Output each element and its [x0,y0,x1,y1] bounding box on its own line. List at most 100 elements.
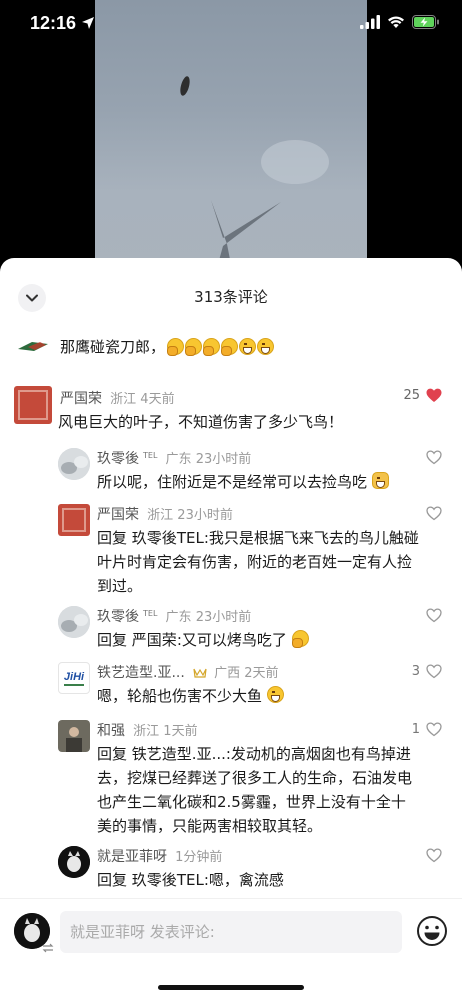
status-bar: 12:16 [0,0,462,50]
reply-line-text: :又可以烤鸟吃了 [176,631,287,649]
hand-icon [167,337,185,356]
pinned-emoji-row [167,337,275,356]
reply-to-user[interactable]: 玖零後 [132,529,177,547]
avatar[interactable] [58,448,90,480]
avatar-image [58,448,90,480]
reply-meta: 玖零後 TEL 广东 23小时前 [97,606,251,626]
hand-icon [185,337,203,356]
comment-input[interactable] [60,911,402,953]
reply-line: 叶片时肯定会有伤害，附近的老百姓一定有人捡 [97,553,413,571]
tel-badge: TEL [143,450,158,460]
reply-meta: 就是亚菲呀 1分钟前 [97,846,222,866]
region: 广东 [165,610,192,625]
username[interactable]: 玖零後 [97,609,139,625]
reply-meta: 严国荣 浙江 23小时前 [97,504,233,524]
switch-account-icon[interactable] [42,943,54,953]
reply-line: 回复 玖零後TEL:我只是根据飞来飞去的鸟儿触碰 [97,526,447,550]
status-icons [360,15,440,29]
region: 浙江 [133,724,160,739]
username[interactable]: 铁艺造型.亚... [97,665,185,681]
avatar[interactable] [58,720,90,752]
reply-line: 回复 铁艺造型.亚...:发动机的高烟囱也有鸟掉进 [97,742,447,766]
timestamp: 23小时前 [195,452,252,467]
comment-item[interactable]: 严国荣 浙江 4天前 风电巨大的叶子，不知道伤害了多少飞鸟！ 25 [0,386,462,442]
username[interactable]: 严国荣 [60,391,102,407]
reply-item[interactable]: 玖零後 TEL 广东 23小时前 所以呢，住附近是不是经常可以去捡鸟吃 [0,448,462,496]
cat-grin-icon [371,472,389,489]
timestamp: 1天前 [163,724,198,739]
grin-icon [266,686,284,703]
like-button[interactable]: 1 [412,722,442,737]
signal-icon [360,15,380,29]
comment-sheet: 313条评论 那鹰碰瓷刀郎， 严国荣 浙江 4天前 风电巨大的叶子，不知道伤害了… [0,258,462,1000]
reply-to-user[interactable]: 玖零後 [132,871,177,889]
region: 浙江 [110,392,137,407]
wifi-icon [388,16,404,28]
reply-text: 回复 玖零後TEL:我只是根据飞来飞去的鸟儿触碰 叶片时肯定会有伤害，附近的老百… [97,526,447,598]
avatar[interactable] [58,846,90,878]
timestamp: 23小时前 [177,508,233,523]
reply-text: 回复 玖零後TEL:嗯，禽流感 [97,868,284,892]
reply-to-user[interactable]: 铁艺造型.亚... [132,745,226,763]
reply-prefix: 回复 [97,871,128,889]
reply-item[interactable]: 玖零後 TEL 广东 23小时前 回复 严国荣:又可以烤鸟吃了 [0,606,462,654]
sheet-header: 313条评论 [0,258,462,332]
username[interactable]: 玖零後 [97,451,139,467]
heart-outline-icon[interactable] [426,506,442,521]
heart-outline-icon[interactable] [426,450,442,465]
reply-line: 美的事情，只能两害相较取其轻。 [97,817,323,835]
reply-text: 嗯，轮船也伤害不少大鱼 [97,684,284,708]
username[interactable]: 严国荣 [97,507,139,523]
hand-icon [221,337,239,356]
heart-outline-icon[interactable] [426,848,442,863]
tel-badge: TEL [176,871,204,889]
avatar[interactable] [14,386,52,424]
timestamp: 2天前 [244,666,279,681]
heart-outline-icon[interactable] [426,608,442,623]
tel-badge: TEL [176,529,204,547]
reply-text-body: 所以呢，住附近是不是经常可以去捡鸟吃 [97,473,368,491]
avatar[interactable] [58,606,90,638]
like-count: 1 [411,722,420,737]
username[interactable]: 和强 [97,723,125,739]
pinned-comment[interactable]: 那鹰碰瓷刀郎， [18,332,450,360]
like-button[interactable]: 25 [403,388,442,403]
comment-count-title: 313条评论 [194,288,268,306]
reply-line-text: :发动机的高烟囱也有鸟掉进 [225,745,411,763]
avatar-image [58,606,90,638]
hand-icon [291,630,309,648]
tel-badge: TEL [143,608,158,618]
pinned-comment-text: 那鹰碰瓷刀郎， [60,337,166,356]
avatar-image [58,846,90,878]
reply-prefix: 回复 [97,745,128,763]
heart-outline-icon [426,722,442,737]
company-logo-subtext [64,683,84,686]
region: 浙江 [147,508,174,523]
reply-text-body: 嗯，轮船也伤害不少大鱼 [97,687,263,705]
reply-item[interactable]: JiHi 铁艺造型.亚... 广西 2天前 嗯，轮船也伤害不少大鱼 3 [0,662,462,710]
username[interactable]: 就是亚菲呀 [97,849,167,865]
reply-meta: 和强 浙江 1天前 [97,720,198,740]
avatar[interactable]: JiHi [58,662,90,694]
heart-filled-icon [426,388,442,402]
reply-to-user[interactable]: 严国荣 [132,631,177,649]
reply-line: 也产生二氧化碳和2.5雾霾，世界上没有十全十 [97,793,406,811]
timestamp: 23小时前 [195,610,252,625]
avatar[interactable] [58,504,90,536]
comment-text: 风电巨大的叶子，不知道伤害了多少飞鸟！ [58,413,344,431]
grin-icon [239,337,257,355]
reply-item[interactable]: 就是亚菲呀 1分钟前 回复 玖零後TEL:嗯，禽流感 [0,846,462,894]
reply-prefix: 回复 [97,631,128,649]
comment-input-box[interactable] [60,911,402,953]
reply-line-text: :嗯，禽流感 [203,871,284,889]
like-button[interactable]: 3 [412,664,442,679]
reply-text: 回复 铁艺造型.亚...:发动机的高烟囱也有鸟掉进 去，挖煤已经葬送了很多工人的… [97,742,447,838]
reply-item[interactable]: 严国荣 浙江 23小时前 回复 玖零後TEL:我只是根据飞来飞去的鸟儿触碰 叶片… [0,504,462,600]
reply-line: 去，挖煤已经葬送了很多工人的生命，石油发电 [97,769,413,787]
reply-item[interactable]: 和强 浙江 1天前 回复 铁艺造型.亚...:发动机的高烟囱也有鸟掉进 去，挖煤… [0,720,462,840]
like-count: 25 [403,388,420,403]
grin-icon [257,337,275,355]
home-indicator[interactable] [158,985,304,990]
heart-outline-icon [426,664,442,679]
emoji-icon[interactable] [416,915,448,947]
